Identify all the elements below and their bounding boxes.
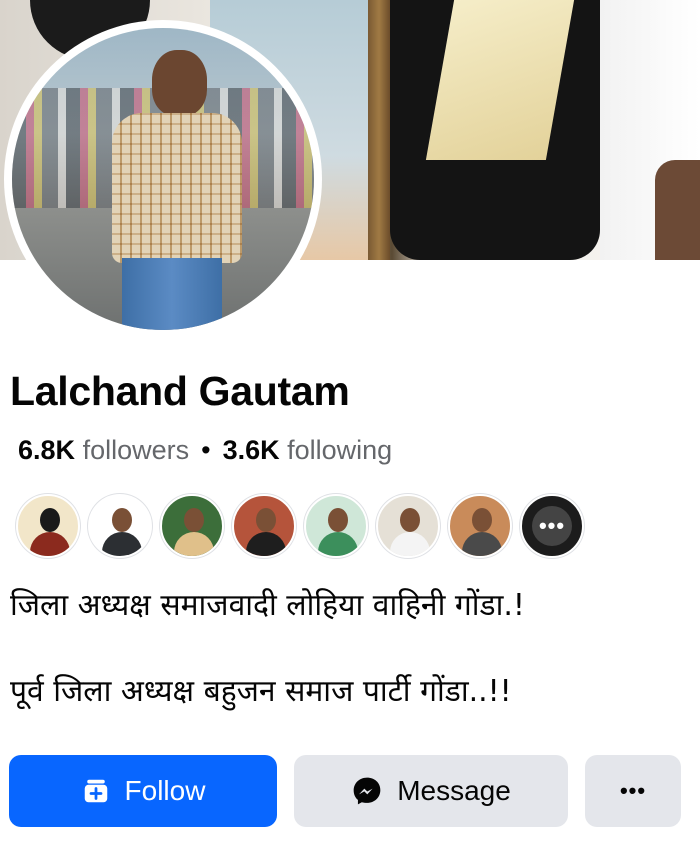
bio-line-1: जिला अध्यक्ष समाजवादी लोहिया वाहिनी गोंड… <box>10 588 525 623</box>
stats-separator: • <box>201 435 211 465</box>
following-label: following <box>287 435 393 465</box>
friend-avatar[interactable] <box>160 494 224 558</box>
bio-line-2: पूर्व जिला अध्यक्ष बहुजन समाज पार्टी गों… <box>10 674 512 709</box>
followers-link[interactable]: 6.8K followers <box>18 435 189 465</box>
followers-label: followers <box>82 435 190 465</box>
following-count: 3.6K <box>222 435 280 465</box>
profile-picture[interactable] <box>4 20 322 338</box>
follow-button[interactable]: Follow <box>9 755 277 827</box>
follow-label: Follow <box>124 775 206 806</box>
following-link[interactable]: 3.6K following <box>223 435 393 465</box>
avatar <box>12 28 314 330</box>
messenger-icon <box>351 775 383 807</box>
profile-page: Lalchand Gautam 6.8K followers • 3.6K foll… <box>0 0 700 859</box>
mutual-friends-row: ••• <box>16 494 584 558</box>
follow-stats: 6.8K followers • 3.6K following <box>18 435 392 466</box>
friend-avatar[interactable] <box>304 494 368 558</box>
profile-name: Lalchand Gautam <box>10 368 350 414</box>
friend-avatar[interactable] <box>88 494 152 558</box>
follow-icon <box>81 776 111 806</box>
friend-avatar[interactable] <box>16 494 80 558</box>
message-button[interactable]: Message <box>294 755 568 827</box>
profile-bio: जिला अध्यक्ष समाजवादी लोहिया वाहिनी गोंड… <box>10 586 525 712</box>
friend-avatar[interactable] <box>376 494 440 558</box>
friend-avatar[interactable] <box>232 494 296 558</box>
followers-count: 6.8K <box>18 435 76 465</box>
more-dots-icon: ••• <box>619 778 647 803</box>
more-options-button[interactable]: ••• <box>585 755 681 827</box>
message-label: Message <box>397 775 511 806</box>
friend-avatar[interactable] <box>448 494 512 558</box>
more-dots-icon: ••• <box>532 506 572 546</box>
more-friends-button[interactable]: ••• <box>520 494 584 558</box>
